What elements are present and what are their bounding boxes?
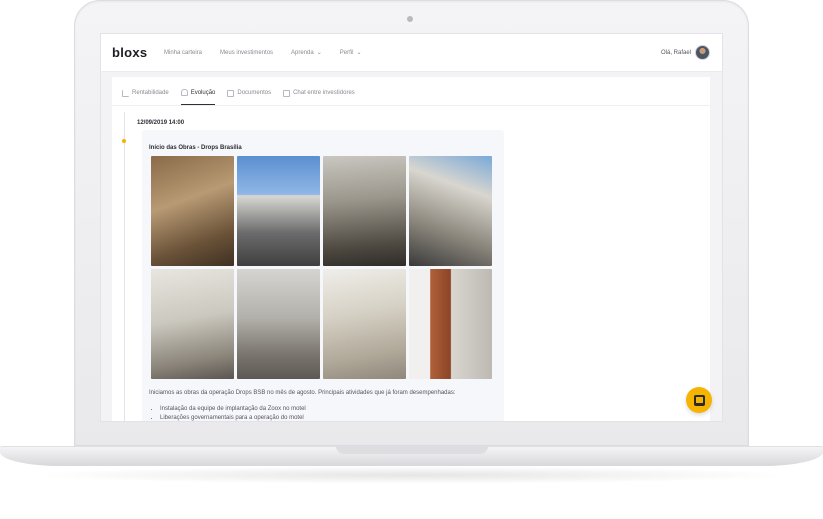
laptop-notch bbox=[336, 446, 488, 454]
nav-item-perfil[interactable]: Perfil ⌄ bbox=[340, 49, 362, 57]
tab-rentabilidade[interactable]: Rentabilidade bbox=[122, 81, 169, 105]
post-title: Início das Obras - Drops Brasília bbox=[149, 145, 242, 151]
laptop-shadow bbox=[30, 466, 793, 484]
gallery-photo[interactable] bbox=[237, 156, 320, 266]
avatar[interactable] bbox=[695, 45, 710, 60]
gallery-photo[interactable] bbox=[409, 269, 492, 379]
user-menu[interactable]: Olá, Rafael bbox=[661, 45, 710, 60]
tab-chat-entre-investidores[interactable]: Chat entre investidores bbox=[283, 81, 355, 105]
list-item: Instalação da equipe de implantação da Z… bbox=[160, 405, 306, 414]
gallery-photo[interactable] bbox=[151, 269, 234, 379]
post-date: 12/09/2019 14:00 bbox=[137, 120, 185, 126]
laptop-screen: bloxs Minha carteira Meus investimentos … bbox=[100, 33, 723, 422]
list-item: Liberações governamentais para a operaçã… bbox=[160, 414, 306, 421]
tab-evolucao[interactable]: Evolução bbox=[180, 81, 216, 105]
chevron-down-icon: ⌄ bbox=[316, 50, 322, 56]
photo-gallery bbox=[151, 156, 492, 379]
gallery-photo[interactable] bbox=[323, 269, 406, 379]
timeline-line bbox=[124, 112, 125, 421]
nav-item-aprenda[interactable]: Aprenda ⌄ bbox=[291, 49, 322, 57]
camera-icon bbox=[407, 16, 413, 22]
post-body: Iniciamos as obras da operação Drops BSB… bbox=[149, 390, 456, 396]
post-bullet-list: Instalação da equipe de implantação da Z… bbox=[160, 405, 306, 421]
bell-icon bbox=[180, 89, 188, 96]
app-header: bloxs Minha carteira Meus investimentos … bbox=[101, 34, 722, 72]
gallery-photo[interactable] bbox=[151, 156, 234, 266]
support-chat-button[interactable] bbox=[686, 387, 712, 413]
chat-icon bbox=[283, 89, 291, 97]
timeline-dot bbox=[122, 139, 126, 143]
nav-item-meus-investimentos[interactable]: Meus investimentos bbox=[220, 49, 273, 56]
tab-divider bbox=[112, 105, 710, 106]
gallery-photo[interactable] bbox=[323, 156, 406, 266]
gallery-photo[interactable] bbox=[237, 269, 320, 379]
bloxs-logo[interactable]: bloxs bbox=[112, 45, 147, 60]
timeline-post: Início das Obras - Drops Brasília Inicia… bbox=[142, 130, 504, 421]
chart-icon bbox=[122, 89, 129, 97]
tab-documentos[interactable]: Documentos bbox=[227, 81, 271, 105]
gallery-photo[interactable] bbox=[409, 156, 492, 266]
chevron-down-icon: ⌄ bbox=[356, 50, 362, 56]
content-card: Rentabilidade Evolução Documentos Chat e… bbox=[112, 77, 710, 421]
document-icon bbox=[227, 89, 235, 97]
nav-item-minha-carteira[interactable]: Minha carteira bbox=[164, 49, 202, 56]
chat-bubble-icon bbox=[693, 394, 705, 406]
user-greeting: Olá, Rafael bbox=[660, 49, 691, 56]
tab-bar: Rentabilidade Evolução Documentos Chat e… bbox=[122, 81, 355, 105]
main-nav: Minha carteira Meus investimentos Aprend… bbox=[164, 49, 362, 57]
laptop-mockup: bloxs Minha carteira Meus investimentos … bbox=[0, 0, 823, 519]
